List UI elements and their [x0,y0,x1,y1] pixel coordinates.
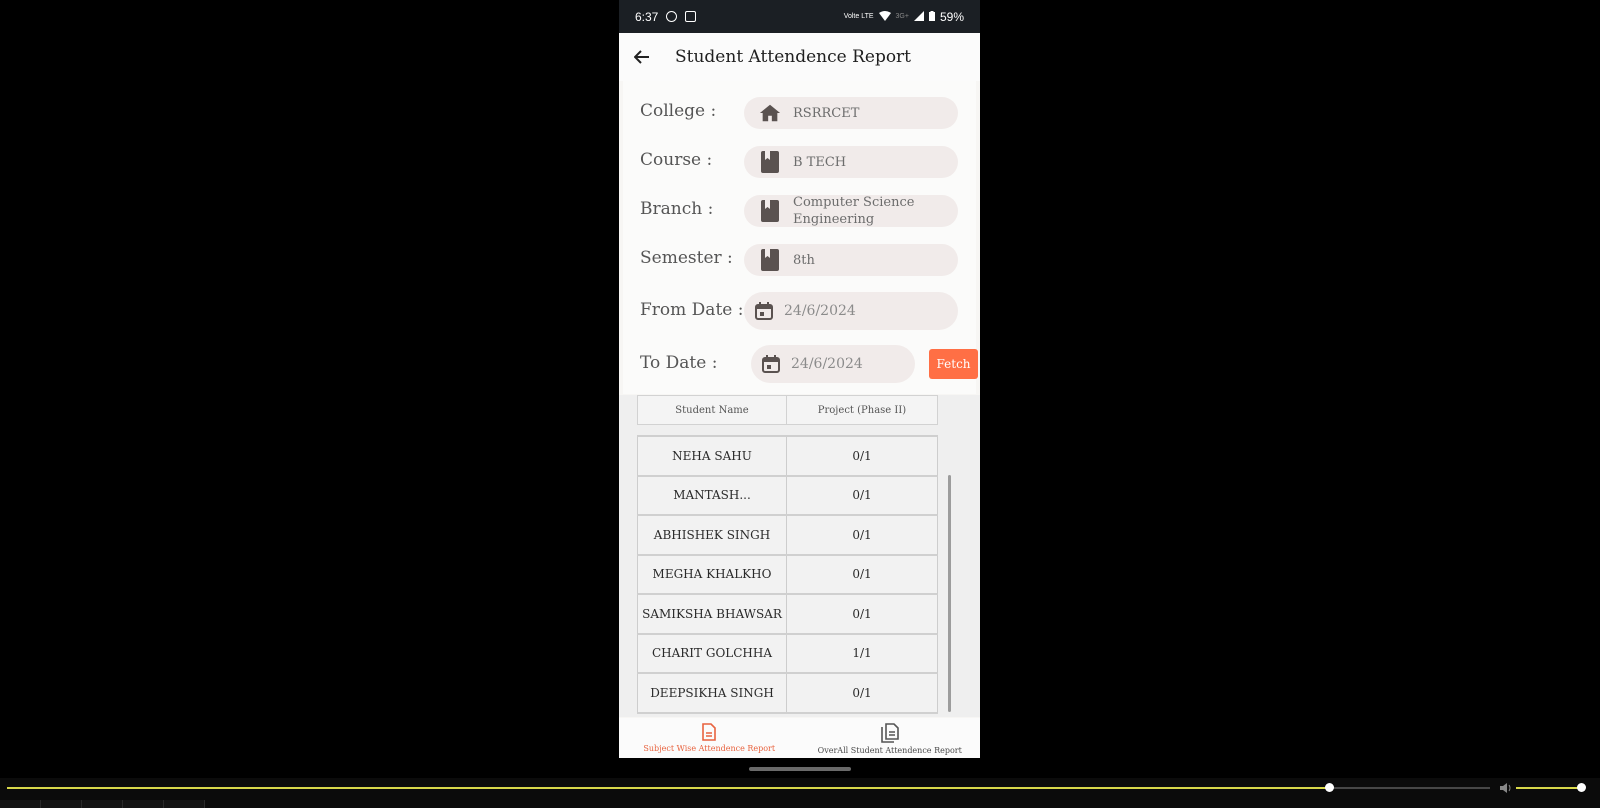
network-label: Volte LTE [843,13,874,20]
nav-subject-wise-report[interactable]: Subject Wise Attendence Report [619,718,800,758]
volume-icon[interactable] [1499,781,1513,795]
college-select[interactable]: RSRRCET [744,97,958,129]
table-row: ABHISHEK SINGH 0/1 [637,516,938,556]
book-icon [759,249,781,271]
signal-type-label: 3G+ [895,13,909,20]
to-date-picker[interactable]: 24/6/2024 [751,345,915,383]
fetch-button[interactable]: Fetch [929,349,978,379]
table-row: SAMIKSHA BHAWSAR 0/1 [637,595,938,635]
player-button[interactable] [82,800,123,808]
player-button[interactable] [164,800,205,808]
progress-handle[interactable] [1325,783,1334,792]
battery-icon [928,10,935,24]
student-name-cell: SAMIKSHA BHAWSAR [638,595,787,633]
course-row: Course : B TECH [623,141,976,181]
attendance-cell: 0/1 [852,606,872,621]
table-row: MEGHA KHALKHO 0/1 [637,555,938,595]
nav-label: OverAll Student Attendence Report [817,746,962,755]
course-value: B TECH [793,154,847,170]
calendar-icon [753,300,775,322]
attendance-cell: 1/1 [852,646,872,661]
branch-value: Computer Science Engineering [793,195,915,227]
nav-label: Subject Wise Attendence Report [643,744,776,753]
semester-select[interactable]: 8th [744,244,958,276]
player-button[interactable] [0,800,41,808]
report-filter-form: College : RSRRCET Course : B TECH Branch… [623,81,976,394]
documents-icon [880,723,899,743]
table-row: CHARIT GOLCHHA 1/1 [637,634,938,674]
semester-label: Semester : [640,248,733,268]
document-icon [702,723,717,741]
semester-value: 8th [793,252,815,268]
attendance-cell: 0/1 [852,527,872,542]
wifi-icon [878,10,891,24]
screen-record-icon [666,11,678,22]
table-body[interactable]: NEHA SAHU 0/1 MANTASH... 0/1 ABHISHEK SI… [637,435,938,717]
arrow-left-icon [634,50,649,64]
student-name-cell: MANTASH... [638,476,787,514]
column-header-project: Project (Phase II) [817,404,907,416]
progress-remaining[interactable] [1329,787,1490,789]
volume-handle[interactable] [1577,783,1586,792]
gesture-home-bar[interactable] [749,767,851,771]
table-header: Student Name Project (Phase II) [637,395,938,425]
table-row: NEHA SAHU 0/1 [637,437,938,477]
student-name-cell: CHARIT GOLCHHA [638,634,787,672]
attendance-cell: 0/1 [852,448,872,463]
book-icon [759,200,781,222]
phone-screen: 6:37 Volte LTE 3G+ 59% Student Attendenc… [619,0,980,758]
course-select[interactable]: B TECH [744,146,958,178]
attendance-cell: 0/1 [852,567,872,582]
college-value: RSRRCET [793,105,860,121]
home-icon [759,102,781,124]
from-date-row: From Date : 24/6/2024 [623,289,976,333]
attendance-cell: 0/1 [852,685,872,700]
attendance-table: Student Name Project (Phase II) NEHA SAH… [619,395,980,717]
volume-slider[interactable] [1516,787,1582,789]
from-date-label: From Date : [640,300,744,320]
branch-row: Branch : Computer Science Engineering [623,190,976,230]
calendar-icon [760,353,782,375]
student-name-cell: NEHA SAHU [638,437,787,475]
page-title: Student Attendence Report [675,47,912,67]
nav-overall-report[interactable]: OverAll Student Attendence Report [800,718,981,758]
column-header-student-name: Student Name [638,396,787,424]
linkedin-icon [685,11,697,22]
table-row: MANTASH... 0/1 [637,476,938,516]
player-button[interactable] [123,800,164,808]
semester-row: Semester : 8th [623,239,976,279]
attendance-cell: 0/1 [852,488,872,503]
progress-bar[interactable] [7,787,1329,789]
player-button[interactable] [41,800,82,808]
college-label: College : [640,101,717,121]
to-date-row: To Date : 24/6/2024 [623,342,976,386]
to-date-value: 24/6/2024 [791,355,863,372]
table-row: DEEPSIKHA SINGH 0/1 [637,674,938,714]
book-icon [759,151,781,173]
branch-select[interactable]: Computer Science Engineering [744,195,958,227]
player-button-strip [0,800,1600,808]
from-date-value: 24/6/2024 [784,302,856,319]
app-bar: Student Attendence Report [619,33,980,81]
bottom-navigation: Subject Wise Attendence Report OverAll S… [619,718,980,758]
signal-icon [913,10,924,24]
to-date-label: To Date : [640,353,718,373]
status-time: 6:37 [635,9,659,24]
table-scrollbar[interactable] [948,475,951,712]
college-row: College : RSRRCET [623,92,976,132]
branch-label: Branch : [640,199,714,219]
from-date-picker[interactable]: 24/6/2024 [744,292,958,330]
student-name-cell: MEGHA KHALKHO [638,555,787,593]
back-button[interactable] [619,33,665,81]
video-player-controls [0,778,1600,808]
course-label: Course : [640,150,713,170]
battery-percent: 59% [939,9,964,24]
status-bar: 6:37 Volte LTE 3G+ 59% [619,0,980,33]
student-name-cell: DEEPSIKHA SINGH [638,674,787,712]
student-name-cell: ABHISHEK SINGH [638,516,787,554]
